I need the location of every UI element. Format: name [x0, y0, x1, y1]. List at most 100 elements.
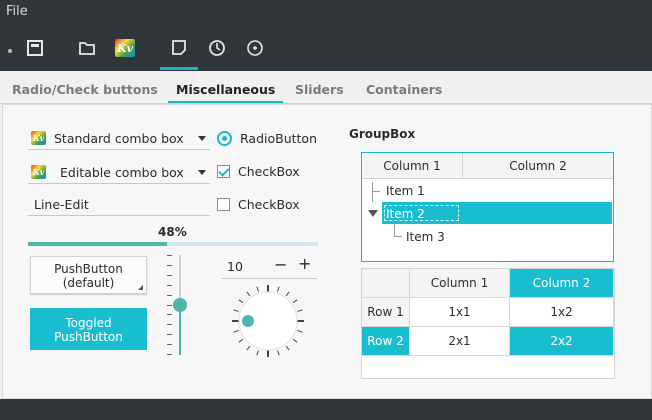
- dial-tick: [277, 350, 280, 356]
- slider-tick: [167, 275, 172, 276]
- radio-button[interactable]: RadioButton: [217, 131, 317, 146]
- dial-tick: [297, 330, 303, 333]
- tree-branch-line: [372, 182, 373, 202]
- dial-tick: [238, 299, 244, 304]
- toggled-push-button[interactable]: Toggled PushButton: [30, 308, 147, 350]
- spin-box[interactable]: 10 − +: [222, 254, 317, 279]
- progress-fill: [28, 242, 168, 246]
- editable-combo-box[interactable]: Kv Editable combo box: [28, 161, 210, 184]
- chevron-down-icon: [198, 170, 206, 175]
- progress-bar: [28, 242, 318, 246]
- menu-file[interactable]: File: [6, 4, 28, 19]
- slider-tick: [167, 354, 172, 355]
- slider-tick: [167, 285, 172, 286]
- button-label: (default): [62, 276, 115, 290]
- push-button-default[interactable]: PushButton (default): [30, 256, 147, 294]
- tab-sliders[interactable]: Sliders: [295, 82, 344, 97]
- checkbox-label: CheckBox: [238, 197, 300, 212]
- folder-icon: [79, 42, 95, 55]
- record-icon: [247, 40, 263, 56]
- tree-item-selected[interactable]: Item 2: [386, 207, 425, 221]
- toolbar: Kv: [0, 25, 652, 71]
- groupbox-title: GroupBox: [349, 127, 416, 141]
- vertical-slider[interactable]: [167, 255, 193, 355]
- slider-tick: [167, 255, 172, 256]
- tree-item[interactable]: Item 3: [406, 230, 445, 244]
- button-label: PushButton: [54, 330, 123, 344]
- tab-containers[interactable]: Containers: [366, 82, 442, 97]
- combo-label: Editable combo box: [60, 164, 184, 180]
- dial-tick: [246, 291, 251, 297]
- tab-miscellaneous[interactable]: Miscellaneous: [167, 82, 284, 103]
- chevron-down-icon: [198, 136, 206, 141]
- kv-button[interactable]: Kv: [106, 25, 144, 71]
- table-row-header[interactable]: Row 1: [362, 298, 410, 327]
- open-folder-button[interactable]: [68, 25, 106, 71]
- clock-button[interactable]: [198, 25, 236, 71]
- table-column-header[interactable]: Column 2: [510, 269, 614, 298]
- dial-handle[interactable]: [242, 315, 254, 327]
- window-icon: [27, 40, 43, 56]
- dial-tick: [233, 309, 239, 312]
- combo-label: Standard combo box: [54, 130, 184, 146]
- kv-logo-icon: Kv: [115, 39, 135, 57]
- kv-logo-icon: Kv: [31, 165, 46, 179]
- new-page-button[interactable]: [160, 25, 198, 71]
- menu-bar: File: [0, 0, 652, 25]
- tree-column-header[interactable]: Column 1: [362, 153, 463, 179]
- slider-tick: [167, 314, 172, 315]
- slider-handle[interactable]: [173, 298, 187, 312]
- record-button[interactable]: [236, 25, 274, 71]
- tab-radio-check[interactable]: Radio/Check buttons: [12, 82, 158, 97]
- dial-tick: [238, 338, 244, 343]
- dial-tick: [256, 286, 259, 292]
- line-edit-input[interactable]: [28, 197, 204, 212]
- slider-tick: [167, 305, 172, 306]
- radio-indicator[interactable]: [217, 131, 232, 146]
- tree-column-header[interactable]: Column 2: [463, 153, 613, 179]
- toolbar-handle[interactable]: [8, 49, 12, 53]
- new-page-icon: [172, 40, 186, 55]
- radio-label: RadioButton: [240, 131, 317, 146]
- checkbox-checked[interactable]: CheckBox: [217, 164, 300, 179]
- checkbox-unchecked[interactable]: CheckBox: [217, 197, 300, 212]
- kv-logo-icon: Kv: [31, 131, 46, 145]
- line-edit[interactable]: [28, 194, 210, 216]
- checkbox-label: CheckBox: [238, 164, 300, 179]
- table-corner[interactable]: [362, 269, 410, 298]
- standard-combo-box[interactable]: Kv Standard combo box: [28, 127, 210, 150]
- dial-tick: [277, 286, 280, 292]
- tree-branch-line: [394, 224, 395, 236]
- status-bar: [0, 399, 652, 420]
- table-row-header[interactable]: Row 2: [362, 327, 410, 356]
- dial[interactable]: [230, 283, 306, 359]
- tree-item[interactable]: Item 1: [386, 184, 425, 198]
- clock-icon: [209, 40, 225, 56]
- slider-fill: [179, 305, 181, 355]
- tree-branch-line: [372, 191, 380, 192]
- table-cell[interactable]: 1x2: [510, 298, 614, 327]
- table-cell-selected[interactable]: 2x2: [510, 327, 614, 356]
- dial-tick: [297, 309, 303, 312]
- menu-indicator-icon: [138, 285, 143, 290]
- table-column-header[interactable]: Column 1: [410, 269, 510, 298]
- checkbox-indicator[interactable]: [217, 198, 230, 211]
- button-label: Toggled: [65, 316, 112, 330]
- dial-tick: [292, 299, 298, 304]
- slider-tick: [167, 344, 172, 345]
- table-cell[interactable]: 1x1: [410, 298, 510, 327]
- spin-value[interactable]: 10: [227, 259, 243, 274]
- decrement-button[interactable]: −: [274, 255, 287, 274]
- dial-tick: [285, 291, 290, 297]
- checkbox-indicator[interactable]: [217, 165, 230, 178]
- tree-view[interactable]: Column 1 Column 2 Item 1 Item 2 Item 3: [361, 152, 614, 262]
- expand-arrow-icon[interactable]: [368, 210, 378, 217]
- table-view[interactable]: Column 1 Column 2 Row 1 1x1 1x2 Row 2 2x…: [361, 268, 615, 379]
- dial-tick: [256, 350, 259, 356]
- increment-button[interactable]: +: [298, 254, 311, 273]
- table-cell[interactable]: 2x1: [410, 327, 510, 356]
- slider-tick: [167, 324, 172, 325]
- slider-tick: [167, 265, 172, 266]
- window-button[interactable]: [16, 25, 54, 71]
- progress-value: 48%: [158, 225, 187, 239]
